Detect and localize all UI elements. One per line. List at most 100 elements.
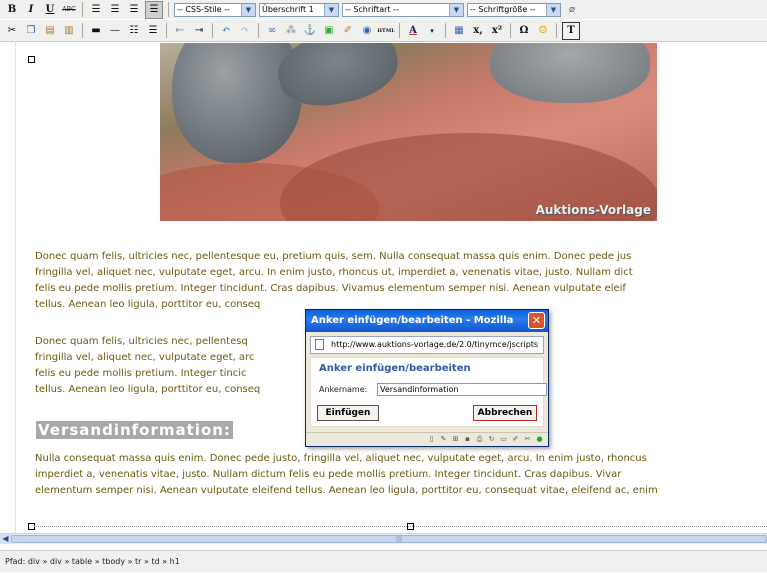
separator: [166, 23, 167, 38]
paragraph-1[interactable]: Donec quam felis, ultricies nec, pellent…: [35, 249, 767, 313]
window-icon: ▭: [500, 435, 507, 443]
subscript-button[interactable]: x,: [470, 23, 486, 39]
font-family-select[interactable]: -- Schriftart -- ▼: [342, 2, 464, 17]
paste-word-icon[interactable]: ▥: [61, 23, 77, 39]
cancel-button[interactable]: Abbrechen: [473, 405, 537, 421]
separator: [445, 23, 446, 38]
horizontal-rule-icon[interactable]: ▬: [88, 23, 104, 39]
cut-icon[interactable]: ✂: [4, 23, 20, 39]
indent-icon[interactable]: ⇥: [191, 23, 207, 39]
bookmark-star-icon[interactable]: ☆: [530, 337, 540, 352]
paragraph-3[interactable]: Nulla consequat massa quis enim. Donec p…: [35, 451, 767, 499]
link-icon[interactable]: ∞: [264, 23, 280, 39]
italic-button[interactable]: I: [23, 2, 39, 18]
eraser-icon[interactable]: ⌀: [564, 2, 580, 18]
print-icon: ⎙: [476, 435, 483, 443]
underline-button[interactable]: U: [42, 2, 58, 18]
page-icon: ▯: [429, 435, 434, 443]
paste-icon[interactable]: ▤: [42, 23, 58, 39]
align-justify-icon[interactable]: ☰: [145, 0, 163, 19]
auction-photo: Auktions-Vorlage: [160, 43, 657, 221]
shipping-heading[interactable]: Versandinformation:: [36, 421, 233, 439]
help-icon[interactable]: ◉: [359, 23, 375, 39]
text-line: fringilla vel, aliquet nec, vulputate eg…: [35, 267, 633, 278]
numbered-list-icon[interactable]: ☰: [145, 23, 161, 39]
align-left-icon[interactable]: ☰: [88, 2, 104, 18]
element-path-bar: Pfad: div » div » table » tbody » tr » t…: [0, 550, 767, 572]
css-style-select[interactable]: -- CSS-Stile -- ▼: [174, 2, 256, 17]
text-line: imperdiet a, venenatis vitae, justo. Nul…: [35, 469, 622, 480]
text-line: elementum semper nisi. Aenean vulputate …: [35, 485, 658, 496]
close-icon[interactable]: ✕: [528, 312, 545, 329]
font-color-icon[interactable]: A: [405, 23, 421, 39]
chevron-down-icon: ▼: [546, 3, 560, 16]
disk-icon: ▪: [465, 435, 470, 443]
fullscreen-icon[interactable]: T: [562, 21, 580, 40]
dialog-url-bar: http://www.auktions-vorlage.de/2.0/tinym…: [310, 336, 544, 354]
format-select-value: Überschrift 1: [262, 5, 314, 14]
text-line: Donec quam felis, ultricies nec, pellent…: [35, 251, 632, 262]
separator: [258, 23, 259, 38]
dialog-statusbar: ▯ ✎ ⊞ ▪ ⎙ ↻ ▭ ✐ ✂ ●: [306, 432, 548, 446]
copy-icon[interactable]: ❐: [23, 23, 39, 39]
scrollbar-grip-icon: |||: [396, 536, 403, 543]
format-select[interactable]: Überschrift 1 ▼: [259, 2, 339, 17]
emoticon-icon[interactable]: ☺: [535, 23, 551, 39]
chevron-down-icon: ▼: [324, 3, 338, 16]
anchor-icon[interactable]: ⚓: [302, 23, 318, 39]
pen-icon: ✎: [440, 435, 447, 443]
image-icon[interactable]: ▣: [321, 23, 337, 39]
chevron-down-icon: ▼: [449, 3, 463, 16]
text-line: felis eu pede mollis pretium. Integer ti…: [35, 283, 626, 294]
network-icon: ⊞: [452, 435, 459, 443]
font-size-select[interactable]: -- Schriftgröße -- ▼: [467, 2, 561, 17]
table-icon[interactable]: ▦: [451, 23, 467, 39]
superscript-button[interactable]: x²: [489, 23, 505, 39]
chevron-down-icon[interactable]: ▾: [424, 23, 440, 39]
special-char-button[interactable]: Ω: [516, 23, 532, 39]
bold-button[interactable]: B: [4, 2, 20, 18]
separator: [82, 23, 83, 38]
scrollbar-thumb[interactable]: [11, 535, 767, 543]
scroll-left-icon[interactable]: ◀: [0, 534, 11, 544]
horizontal-scrollbar[interactable]: ◀ |||: [0, 533, 767, 544]
separator: [510, 23, 511, 38]
formatting-toolbar: B I U ABC ☰ ☰ ☰ ☰ -- CSS-Stile -- ▼ Übers…: [0, 0, 767, 19]
separator: [82, 2, 83, 17]
undo-icon[interactable]: ↶: [218, 23, 234, 39]
unlink-icon[interactable]: ⁂: [283, 23, 299, 39]
editor-left-margin: [0, 43, 16, 533]
insert-button[interactable]: Einfügen: [317, 405, 379, 421]
align-right-icon[interactable]: ☰: [126, 2, 142, 18]
dialog-body: Anker einfügen/bearbeiten Ankername: Ver…: [310, 357, 547, 427]
tools-icon: ✂: [524, 435, 531, 443]
insert-toolbar: ✂ ❐ ▤ ▥ ▬ — ☷ ☰ ⇤ ⇥ ↶ ↷ ∞ ⁂ ⚓ ▣ ✐ ◉ HTML…: [0, 20, 767, 42]
outdent-icon[interactable]: ⇤: [172, 23, 188, 39]
font-family-select-value: -- Schriftart --: [345, 5, 399, 14]
redo-icon[interactable]: ↷: [237, 23, 253, 39]
image-watermark: Auktions-Vorlage: [535, 203, 651, 217]
separator: [168, 2, 169, 17]
separator: [399, 23, 400, 38]
status-ok-icon: ●: [536, 435, 543, 443]
text-line: Nulla consequat massa quis enim. Donec p…: [35, 453, 647, 464]
html-source-button[interactable]: HTML: [377, 23, 395, 39]
anchor-name-input[interactable]: Versandinformation: [377, 383, 547, 396]
bullet-list-icon[interactable]: ☷: [126, 23, 142, 39]
line-icon[interactable]: —: [107, 23, 123, 39]
resize-handle[interactable]: [28, 56, 35, 63]
strikethrough-button[interactable]: ABC: [61, 2, 77, 18]
edit-icon: ✐: [512, 435, 519, 443]
separator: [212, 23, 213, 38]
dialog-url: http://www.auktions-vorlage.de/2.0/tinym…: [331, 340, 539, 349]
dialog-titlebar[interactable]: Anker einfügen/bearbeiten - Mozilla Fire…: [306, 310, 548, 348]
cleanup-icon[interactable]: ✐: [340, 23, 356, 39]
dialog-heading: Anker einfügen/bearbeiten: [319, 363, 471, 374]
css-style-select-value: -- CSS-Stile --: [177, 5, 230, 14]
anchor-dialog: Anker einfügen/bearbeiten - Mozilla Fire…: [305, 309, 549, 447]
separator: [556, 23, 557, 38]
align-center-icon[interactable]: ☰: [107, 2, 123, 18]
reload-icon: ↻: [488, 435, 495, 443]
table-border: [34, 526, 767, 527]
chevron-down-icon: ▼: [241, 3, 255, 16]
